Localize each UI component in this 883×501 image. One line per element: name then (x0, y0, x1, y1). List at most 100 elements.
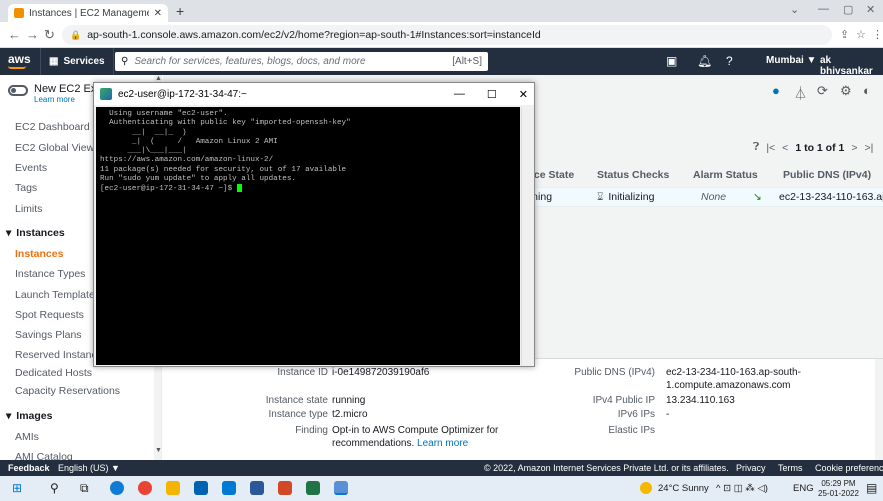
detail-value-instance-state: running (332, 395, 366, 406)
column-header-alarm-status[interactable]: Alarm Status (693, 163, 758, 187)
language-selector[interactable]: English (US) ▼ (58, 463, 120, 473)
word-icon[interactable] (250, 481, 264, 495)
forward-icon[interactable]: → (26, 27, 39, 42)
clock-time: 05:29 PM (821, 479, 856, 488)
weather-text[interactable]: 24°C Sunny (658, 483, 709, 494)
excel-icon[interactable] (306, 481, 320, 495)
help-icon[interactable]: ? (726, 54, 733, 68)
add-alarm-icon[interactable]: ↘ (753, 187, 762, 207)
detail-label-ipv4: IPv4 Public IP (592, 395, 655, 406)
cookie-preferences-link[interactable]: Cookie preferences (815, 463, 883, 473)
details-scrollbar[interactable] (875, 359, 883, 460)
new-tab-icon[interactable]: + (176, 3, 184, 19)
terminal-scrollbar[interactable] (521, 107, 533, 365)
sidebar-section-images[interactable]: ▾ Images (6, 410, 52, 422)
task-view-icon[interactable]: ⧉ (80, 481, 89, 496)
putty-titlebar[interactable]: ec2-user@ip-172-31-34-47:~ — ☐ ✕ (94, 83, 534, 105)
reload-icon[interactable]: ↻ (44, 27, 55, 43)
feedback-link[interactable]: Feedback (8, 463, 50, 473)
maximize-icon[interactable]: ▢ (843, 3, 853, 16)
sidebar-item-ami-catalog[interactable]: AMI Catalog (15, 451, 73, 460)
caret-down-icon: ▾ (6, 227, 12, 239)
minimize-icon[interactable]: — (454, 88, 465, 101)
browser-tab[interactable]: Instances | EC2 Management Co ✕ (8, 4, 168, 22)
scroll-up-icon[interactable]: ▲ (155, 75, 161, 82)
lab-flask-icon[interactable]: ⏃ (794, 83, 807, 102)
terminal-output[interactable]: Using username "ec2-user". Authenticatin… (96, 107, 520, 365)
sidebar-item-amis[interactable]: AMIs (15, 431, 39, 443)
file-explorer-icon[interactable] (166, 481, 180, 495)
mail-icon[interactable] (222, 481, 236, 495)
notifications-icon[interactable]: ▤ (866, 481, 877, 495)
back-icon[interactable]: ← (8, 27, 21, 42)
terminal-line: _| ( / Amazon Linux 2 AMI (100, 137, 278, 146)
toggle-icon[interactable] (8, 85, 28, 96)
powerpoint-icon[interactable] (278, 481, 292, 495)
sidebar-item-instance-types[interactable]: Instance Types (15, 268, 85, 280)
notifications-bell-icon[interactable]: 🔔︎ (697, 54, 712, 68)
help-circle-icon[interactable]: ◐ (863, 83, 871, 98)
sidebar-item-savings-plans[interactable]: Savings Plans (15, 329, 82, 341)
bookmark-star-icon[interactable]: ☆ (856, 28, 866, 41)
aws-logo[interactable]: aws (8, 52, 31, 66)
minimize-icon[interactable]: — (818, 3, 829, 15)
refresh-icon[interactable]: ⟳ (817, 83, 828, 99)
next-page-icon[interactable]: > (851, 142, 857, 154)
sidebar-item-tags[interactable]: Tags (15, 182, 37, 194)
chat-icon[interactable]: ● (772, 83, 780, 98)
terms-link[interactable]: Terms (778, 463, 803, 473)
first-page-icon[interactable]: |< (766, 142, 775, 154)
scroll-down-icon[interactable]: ▼ (155, 447, 161, 454)
info-icon[interactable]: ❓︎ (753, 141, 759, 154)
close-window-icon[interactable]: ✕ (866, 3, 875, 16)
cloudshell-icon[interactable]: ▣ (666, 54, 677, 68)
language-indicator[interactable]: ENG (793, 483, 814, 494)
tab-search-icon[interactable]: ⌄ (790, 3, 799, 16)
sidebar-item-limits[interactable]: Limits (15, 203, 42, 215)
last-page-icon[interactable]: >| (864, 142, 873, 154)
sidebar-item-spot-requests[interactable]: Spot Requests (15, 309, 84, 321)
sidebar-item-launch-templates[interactable]: Launch Template (15, 289, 95, 301)
share-icon[interactable]: ⇪ (840, 28, 849, 41)
sidebar-item-instances[interactable]: Instances (15, 248, 63, 260)
tab-title: Instances | EC2 Management Co (29, 7, 149, 19)
terminal-line: ___|\___|___| (100, 147, 187, 156)
url-input[interactable]: 🔒 ap-south-1.console.aws.amazon.com/ec2/… (62, 25, 832, 45)
putty-icon (100, 88, 112, 100)
sidebar-item-reserved-instances[interactable]: Reserved Instanc (15, 349, 97, 361)
close-icon[interactable]: ✕ (519, 88, 528, 101)
column-header-public-dns[interactable]: Public DNS (IPv4) (783, 163, 871, 187)
prev-page-icon[interactable]: < (782, 142, 788, 154)
clock[interactable]: 05:29 PM 25-01-2022 (818, 479, 859, 499)
putty-taskbar-icon[interactable] (334, 481, 348, 495)
sidebar-item-capacity-reservations[interactable]: Capacity Reservations (15, 385, 120, 397)
search-input[interactable]: ⚲ Search for services, features, blogs, … (115, 52, 488, 71)
learn-more-link[interactable]: Learn more (417, 438, 468, 449)
detail-value-instance-type: t2.micro (332, 409, 368, 420)
menu-dots-icon[interactable]: ⋮ (872, 28, 883, 41)
copyright-text: © 2022, Amazon Internet Services Private… (484, 463, 729, 473)
settings-gear-icon[interactable]: ⚙ (840, 83, 852, 99)
store-icon[interactable] (194, 481, 208, 495)
services-button[interactable]: ▦ Services (40, 48, 114, 75)
sidebar-item-dedicated-hosts[interactable]: Dedicated Hosts (15, 367, 92, 379)
column-header-status-checks[interactable]: Status Checks (597, 163, 669, 187)
sidebar-item-events[interactable]: Events (15, 162, 47, 174)
sidebar-item-ec2-dashboard[interactable]: EC2 Dashboard (15, 121, 90, 133)
putty-terminal-window[interactable]: ec2-user@ip-172-31-34-47:~ — ☐ ✕ Using u… (93, 82, 535, 367)
system-tray-icons[interactable]: ^ ⊡ ◫ ⁂ ◁) (716, 483, 768, 494)
windows-start-icon[interactable]: ⊞ (12, 481, 22, 495)
close-tab-icon[interactable]: ✕ (154, 8, 162, 19)
sidebar-item-global-view[interactable]: EC2 Global View (15, 142, 94, 154)
alarm-status-value: None (701, 191, 727, 203)
edge-icon[interactable] (110, 481, 124, 495)
weather-icon[interactable] (640, 482, 652, 494)
chrome-icon[interactable] (138, 481, 152, 495)
search-icon[interactable]: ⚲ (50, 481, 59, 495)
detail-value-ipv4: 13.234.110.163 (666, 395, 735, 406)
sidebar-section-instances[interactable]: ▾ Instances (6, 227, 65, 239)
terminal-cursor (236, 184, 242, 193)
privacy-link[interactable]: Privacy (736, 463, 766, 473)
region-selector[interactable]: Mumbai ▼ (766, 55, 816, 66)
maximize-icon[interactable]: ☐ (487, 88, 497, 101)
